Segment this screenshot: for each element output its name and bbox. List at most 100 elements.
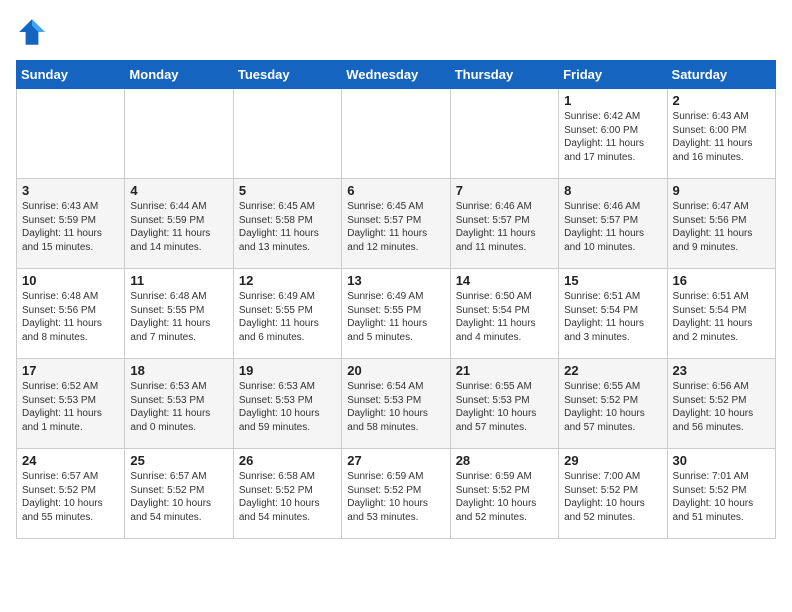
cell-info: Sunrise: 6:45 AM Sunset: 5:58 PM Dayligh… — [239, 200, 336, 254]
cell-info: Sunrise: 6:42 AM Sunset: 6:00 PM Dayligh… — [564, 110, 661, 164]
calendar-cell: 24 Sunrise: 6:57 AM Sunset: 5:52 PM Dayli… — [17, 449, 125, 539]
calendar-cell: 8 Sunrise: 6:46 AM Sunset: 5:57 PM Daylig… — [559, 179, 667, 269]
calendar-cell: 14Sunrise: 6:50 AM Sunset: 5:54 PM Dayli… — [450, 269, 558, 359]
calendar-cell: 28 Sunrise: 6:59 AM Sunset: 5:52 PM Dayli… — [450, 449, 558, 539]
cell-info: Sunrise: 6:43 AM Sunset: 5:59 PM Dayligh… — [22, 200, 119, 254]
day-number: 8 — [564, 183, 661, 198]
day-number: 16 — [673, 273, 770, 288]
cell-info: Sunrise: 6:55 AM Sunset: 5:53 PM Dayligh… — [456, 380, 553, 434]
calendar-cell: 10 Sunrise: 6:48 AM Sunset: 5:56 PM Dayli… — [17, 269, 125, 359]
day-number: 26 — [239, 453, 336, 468]
cell-info: Sunrise: 6:47 AM Sunset: 5:56 PM Dayligh… — [673, 200, 770, 254]
calendar-cell: 26 Sunrise: 6:58 AM Sunset: 5:52 PM Dayli… — [233, 449, 341, 539]
calendar-cell: 9 Sunrise: 6:47 AM Sunset: 5:56 PM Daylig… — [667, 179, 775, 269]
calendar-week-2: 3 Sunrise: 6:43 AM Sunset: 5:59 PM Daylig… — [17, 179, 776, 269]
calendar-cell: 17 Sunrise: 6:52 AM Sunset: 5:53 PM Dayli… — [17, 359, 125, 449]
calendar-cell: 20Sunrise: 6:54 AM Sunset: 5:53 PM Dayli… — [342, 359, 450, 449]
cell-info: Sunrise: 6:46 AM Sunset: 5:57 PM Dayligh… — [564, 200, 661, 254]
day-number: 1 — [564, 93, 661, 108]
calendar-cell: 19 Sunrise: 6:53 AM Sunset: 5:53 PM Dayli… — [233, 359, 341, 449]
calendar-cell: 21 Sunrise: 6:55 AM Sunset: 5:53 PM Dayli… — [450, 359, 558, 449]
cell-info: Sunrise: 6:49 AM Sunset: 5:55 PM Dayligh… — [239, 290, 336, 344]
calendar-week-1: 1 Sunrise: 6:42 AM Sunset: 6:00 PM Daylig… — [17, 89, 776, 179]
day-number: 4 — [130, 183, 227, 198]
cell-info: Sunrise: 6:55 AM Sunset: 5:52 PM Dayligh… — [564, 380, 661, 434]
cell-info: Sunrise: 6:53 AM Sunset: 5:53 PM Dayligh… — [239, 380, 336, 434]
day-number: 30 — [673, 453, 770, 468]
calendar-cell: 27 Sunrise: 6:59 AM Sunset: 5:52 PM Dayli… — [342, 449, 450, 539]
calendar-cell — [342, 89, 450, 179]
weekday-header-friday: Friday — [559, 61, 667, 89]
weekday-header-wednesday: Wednesday — [342, 61, 450, 89]
calendar-table: SundayMondayTuesdayWednesdayThursdayFrid… — [16, 60, 776, 539]
day-number: 20 — [347, 363, 444, 378]
cell-info: Sunrise: 6:48 AM Sunset: 5:55 PM Dayligh… — [130, 290, 227, 344]
cell-info: Sunrise: 6:49 AM Sunset: 5:55 PM Dayligh… — [347, 290, 444, 344]
day-number: 9 — [673, 183, 770, 198]
day-number: 14 — [456, 273, 553, 288]
day-number: 3 — [22, 183, 119, 198]
calendar-cell: 22 Sunrise: 6:55 AM Sunset: 5:52 PM Dayli… — [559, 359, 667, 449]
cell-info: Sunrise: 6:58 AM Sunset: 5:52 PM Dayligh… — [239, 470, 336, 524]
calendar-cell — [17, 89, 125, 179]
calendar-cell: 2 Sunrise: 6:43 AM Sunset: 6:00 PM Daylig… — [667, 89, 775, 179]
cell-info: Sunrise: 6:59 AM Sunset: 5:52 PM Dayligh… — [347, 470, 444, 524]
day-number: 27 — [347, 453, 444, 468]
cell-info: Sunrise: 6:57 AM Sunset: 5:52 PM Dayligh… — [130, 470, 227, 524]
weekday-header-thursday: Thursday — [450, 61, 558, 89]
cell-info: Sunrise: 7:00 AM Sunset: 5:52 PM Dayligh… — [564, 470, 661, 524]
weekday-header-sunday: Sunday — [17, 61, 125, 89]
calendar-cell: 6 Sunrise: 6:45 AM Sunset: 5:57 PM Daylig… — [342, 179, 450, 269]
day-number: 2 — [673, 93, 770, 108]
calendar-cell: 18Sunrise: 6:53 AM Sunset: 5:53 PM Dayli… — [125, 359, 233, 449]
cell-info: Sunrise: 6:44 AM Sunset: 5:59 PM Dayligh… — [130, 200, 227, 254]
weekday-header-row: SundayMondayTuesdayWednesdayThursdayFrid… — [17, 61, 776, 89]
logo-icon — [16, 16, 48, 48]
cell-info: Sunrise: 6:51 AM Sunset: 5:54 PM Dayligh… — [673, 290, 770, 344]
calendar-week-5: 24 Sunrise: 6:57 AM Sunset: 5:52 PM Dayli… — [17, 449, 776, 539]
weekday-header-saturday: Saturday — [667, 61, 775, 89]
day-number: 19 — [239, 363, 336, 378]
calendar-cell — [450, 89, 558, 179]
calendar-cell — [125, 89, 233, 179]
cell-info: Sunrise: 6:43 AM Sunset: 6:00 PM Dayligh… — [673, 110, 770, 164]
logo — [16, 16, 52, 48]
calendar-cell: 13 Sunrise: 6:49 AM Sunset: 5:55 PM Dayli… — [342, 269, 450, 359]
day-number: 21 — [456, 363, 553, 378]
day-number: 13 — [347, 273, 444, 288]
cell-info: Sunrise: 6:46 AM Sunset: 5:57 PM Dayligh… — [456, 200, 553, 254]
calendar-cell: 29Sunrise: 7:00 AM Sunset: 5:52 PM Dayli… — [559, 449, 667, 539]
cell-info: Sunrise: 6:57 AM Sunset: 5:52 PM Dayligh… — [22, 470, 119, 524]
cell-info: Sunrise: 7:01 AM Sunset: 5:52 PM Dayligh… — [673, 470, 770, 524]
day-number: 15 — [564, 273, 661, 288]
page-header — [16, 16, 776, 48]
cell-info: Sunrise: 6:52 AM Sunset: 5:53 PM Dayligh… — [22, 380, 119, 434]
calendar-week-4: 17 Sunrise: 6:52 AM Sunset: 5:53 PM Dayli… — [17, 359, 776, 449]
calendar-cell: 12Sunrise: 6:49 AM Sunset: 5:55 PM Dayli… — [233, 269, 341, 359]
calendar-cell: 7 Sunrise: 6:46 AM Sunset: 5:57 PM Daylig… — [450, 179, 558, 269]
calendar-cell: 16 Sunrise: 6:51 AM Sunset: 5:54 PM Dayli… — [667, 269, 775, 359]
day-number: 7 — [456, 183, 553, 198]
cell-info: Sunrise: 6:48 AM Sunset: 5:56 PM Dayligh… — [22, 290, 119, 344]
day-number: 5 — [239, 183, 336, 198]
day-number: 6 — [347, 183, 444, 198]
day-number: 22 — [564, 363, 661, 378]
day-number: 28 — [456, 453, 553, 468]
day-number: 18 — [130, 363, 227, 378]
calendar-cell: 1 Sunrise: 6:42 AM Sunset: 6:00 PM Daylig… — [559, 89, 667, 179]
day-number: 23 — [673, 363, 770, 378]
calendar-cell: 15 Sunrise: 6:51 AM Sunset: 5:54 PM Dayli… — [559, 269, 667, 359]
calendar-cell: 4 Sunrise: 6:44 AM Sunset: 5:59 PM Daylig… — [125, 179, 233, 269]
day-number: 25 — [130, 453, 227, 468]
calendar-cell: 30 Sunrise: 7:01 AM Sunset: 5:52 PM Dayli… — [667, 449, 775, 539]
cell-info: Sunrise: 6:56 AM Sunset: 5:52 PM Dayligh… — [673, 380, 770, 434]
calendar-week-3: 10 Sunrise: 6:48 AM Sunset: 5:56 PM Dayli… — [17, 269, 776, 359]
day-number: 17 — [22, 363, 119, 378]
day-number: 24 — [22, 453, 119, 468]
calendar-cell: 3 Sunrise: 6:43 AM Sunset: 5:59 PM Daylig… — [17, 179, 125, 269]
day-number: 10 — [22, 273, 119, 288]
cell-info: Sunrise: 6:51 AM Sunset: 5:54 PM Dayligh… — [564, 290, 661, 344]
cell-info: Sunrise: 6:59 AM Sunset: 5:52 PM Dayligh… — [456, 470, 553, 524]
cell-info: Sunrise: 6:45 AM Sunset: 5:57 PM Dayligh… — [347, 200, 444, 254]
calendar-cell: 23 Sunrise: 6:56 AM Sunset: 5:52 PM Dayli… — [667, 359, 775, 449]
